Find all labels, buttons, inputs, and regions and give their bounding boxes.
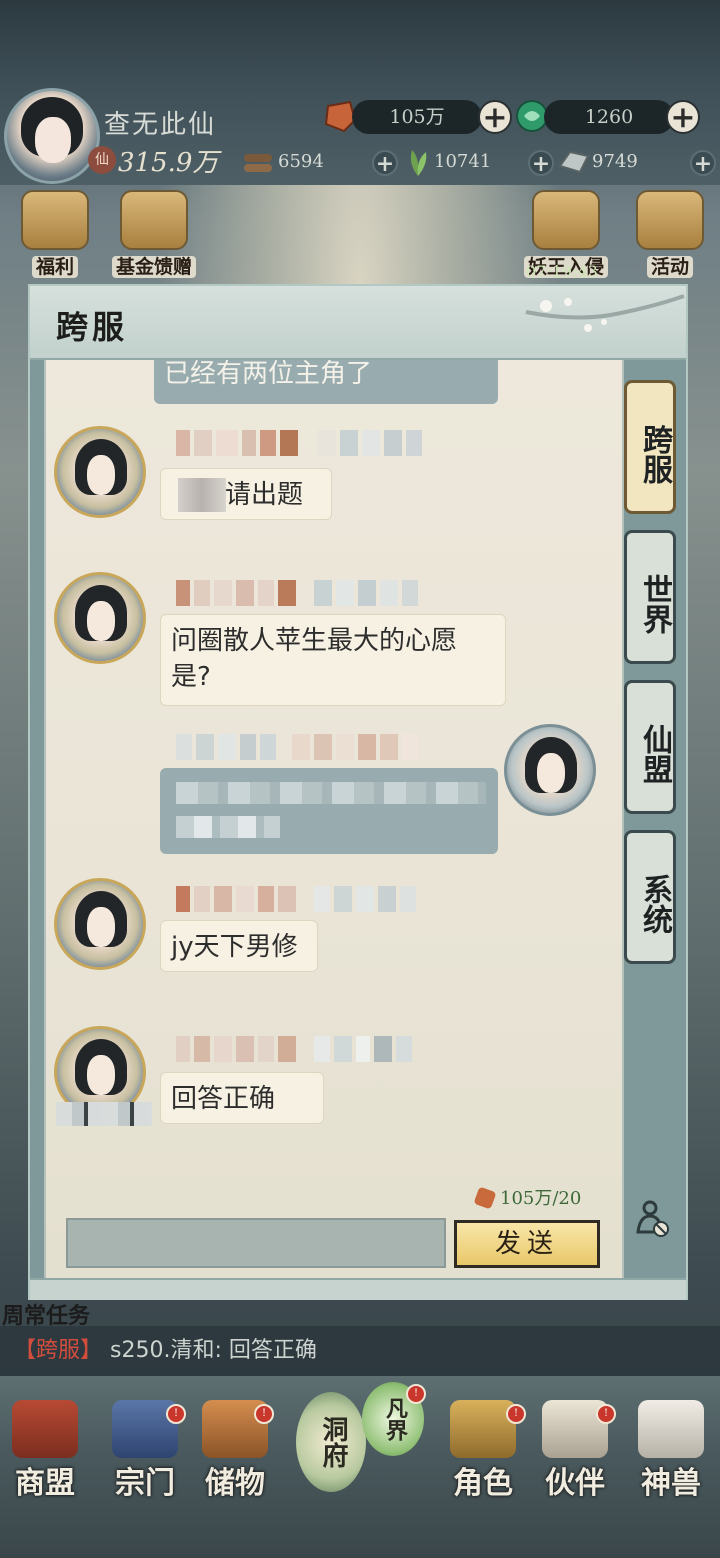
player-avatar[interactable] bbox=[4, 88, 100, 184]
self-avatar[interactable] bbox=[504, 724, 596, 816]
xian-badge-icon: 仙 bbox=[88, 146, 116, 174]
sender-name-blurred[interactable] bbox=[176, 580, 422, 606]
add-wood-button[interactable]: + bbox=[372, 150, 398, 176]
send-cost-text: 105万/20 bbox=[500, 1188, 582, 1209]
ticker-text: s250.清和: 回答正确 bbox=[110, 1338, 317, 1363]
activity-icon bbox=[636, 190, 704, 250]
herb-value: 10741 bbox=[434, 151, 492, 172]
chat-bubble: 问圈散人苹生最大的心愿是? bbox=[160, 614, 506, 706]
notification-dot: ! bbox=[596, 1404, 616, 1424]
add-iron-button[interactable]: + bbox=[690, 150, 716, 176]
avatar-face bbox=[87, 907, 115, 947]
cave-realm-switch[interactable]: 洞府 凡界 ! bbox=[296, 1382, 426, 1502]
chat-panel: 跨服 已经有两位主角了 请出题 问圈散人苹生最大的心愿是? jy天下男修 回答正… bbox=[28, 284, 688, 1300]
sender-avatar[interactable] bbox=[54, 572, 146, 664]
spirit-orb-value: 1260 bbox=[544, 100, 674, 134]
avatar-face bbox=[537, 753, 565, 793]
blurred-line-2 bbox=[176, 816, 280, 838]
chat-message-area[interactable]: 已经有两位主角了 请出题 问圈散人苹生最大的心愿是? jy天下男修 回答正确 1… bbox=[44, 360, 624, 1278]
herb-icon bbox=[410, 150, 427, 176]
chat-title: 跨服 bbox=[56, 308, 129, 346]
block-user-icon[interactable] bbox=[634, 1198, 670, 1238]
blurred-line-1 bbox=[176, 782, 486, 804]
chat-bubble: 回答正确 bbox=[160, 1072, 324, 1124]
plum-branch-decoration bbox=[525, 294, 685, 332]
blurred-mention bbox=[178, 478, 226, 512]
nav-label: 神兽 bbox=[641, 1466, 701, 1501]
welfare-button[interactable]: 福利 bbox=[20, 190, 90, 279]
ticker-channel-tag: 【跨服】 bbox=[14, 1338, 103, 1363]
nav-label: 商盟 bbox=[15, 1466, 75, 1501]
wood-value: 6594 bbox=[278, 151, 324, 172]
activity-label: 活动 bbox=[646, 256, 693, 278]
self-chat-bubble bbox=[160, 768, 498, 854]
nav-label: 角色 bbox=[453, 1466, 513, 1501]
sender-name-blurred[interactable] bbox=[176, 886, 420, 912]
nav-label: 储物 bbox=[205, 1466, 265, 1501]
message-list[interactable]: 已经有两位主角了 请出题 问圈散人苹生最大的心愿是? jy天下男修 回答正确 bbox=[46, 360, 622, 1180]
add-spirit-orb-button[interactable]: + bbox=[666, 100, 700, 134]
nav-label: 伙伴 bbox=[545, 1466, 605, 1501]
avatar-face bbox=[87, 601, 115, 641]
fund-gift-icon bbox=[120, 190, 188, 250]
chat-title-bar: 跨服 bbox=[30, 286, 686, 360]
fox-beast-icon bbox=[638, 1400, 704, 1458]
sender-avatar[interactable] bbox=[54, 426, 146, 518]
notification-dot: ! bbox=[406, 1384, 426, 1404]
fund-gift-label: 基金馈赠 bbox=[111, 256, 196, 278]
nav-divine-beast[interactable]: 神兽 bbox=[626, 1400, 716, 1502]
add-herb-button[interactable]: + bbox=[528, 150, 554, 176]
cave-dwelling-button[interactable]: 洞府 bbox=[296, 1392, 366, 1492]
sender-avatar[interactable] bbox=[54, 878, 146, 970]
avatar-face bbox=[35, 117, 71, 163]
send-row: 105万/20 发送 bbox=[46, 1180, 622, 1278]
notification-dot: ! bbox=[506, 1404, 526, 1424]
tab-system[interactable]: 系统 bbox=[624, 830, 676, 964]
blurred-overlay bbox=[56, 1102, 152, 1126]
iron-icon bbox=[558, 150, 590, 174]
chat-ticker[interactable]: 【跨服】 s250.清和: 回答正确 bbox=[0, 1326, 720, 1376]
jade-stone-value: 105万 bbox=[352, 100, 482, 134]
fund-gift-button[interactable]: 基金馈赠 bbox=[104, 190, 204, 279]
tab-cross-server[interactable]: 跨服 bbox=[624, 380, 676, 514]
event-timer: 07:19:43 bbox=[526, 262, 598, 281]
sender-name-blurred[interactable] bbox=[176, 1036, 416, 1062]
tab-world[interactable]: 世界 bbox=[624, 530, 676, 664]
chat-bubble: 已经有两位主角了 bbox=[154, 360, 498, 404]
add-jade-stone-button[interactable]: + bbox=[478, 100, 512, 134]
avatar-face bbox=[87, 455, 115, 495]
avatar-face bbox=[87, 1055, 115, 1095]
wood-icon bbox=[244, 154, 272, 172]
merchant-alliance-icon bbox=[12, 1400, 78, 1458]
chat-bubble-text: 请出题 bbox=[225, 480, 304, 510]
nav-merchant-alliance[interactable]: 商盟 bbox=[0, 1400, 90, 1502]
sender-name-blurred[interactable] bbox=[176, 430, 426, 456]
combat-power: 315.9万 bbox=[118, 148, 219, 178]
chat-panel-bottom bbox=[30, 1278, 686, 1300]
nav-label: 宗门 bbox=[115, 1466, 175, 1501]
notification-dot: ! bbox=[254, 1404, 274, 1424]
activity-button[interactable]: 活动 bbox=[632, 190, 708, 279]
chat-input[interactable] bbox=[66, 1218, 446, 1268]
player-name: 查无此仙 bbox=[104, 110, 217, 140]
jade-stone-icon bbox=[473, 1186, 497, 1210]
chat-bubble: jy天下男修 bbox=[160, 920, 318, 972]
self-name-blurred bbox=[176, 734, 422, 760]
notification-dot: ! bbox=[166, 1404, 186, 1424]
iron-value: 9749 bbox=[592, 151, 638, 172]
send-cost: 105万/20 bbox=[473, 1184, 582, 1210]
demon-king-icon bbox=[532, 190, 600, 250]
send-button[interactable]: 发送 bbox=[454, 1220, 600, 1268]
welfare-label: 福利 bbox=[31, 256, 78, 278]
tab-alliance[interactable]: 仙盟 bbox=[624, 680, 676, 814]
welfare-icon bbox=[21, 190, 89, 250]
